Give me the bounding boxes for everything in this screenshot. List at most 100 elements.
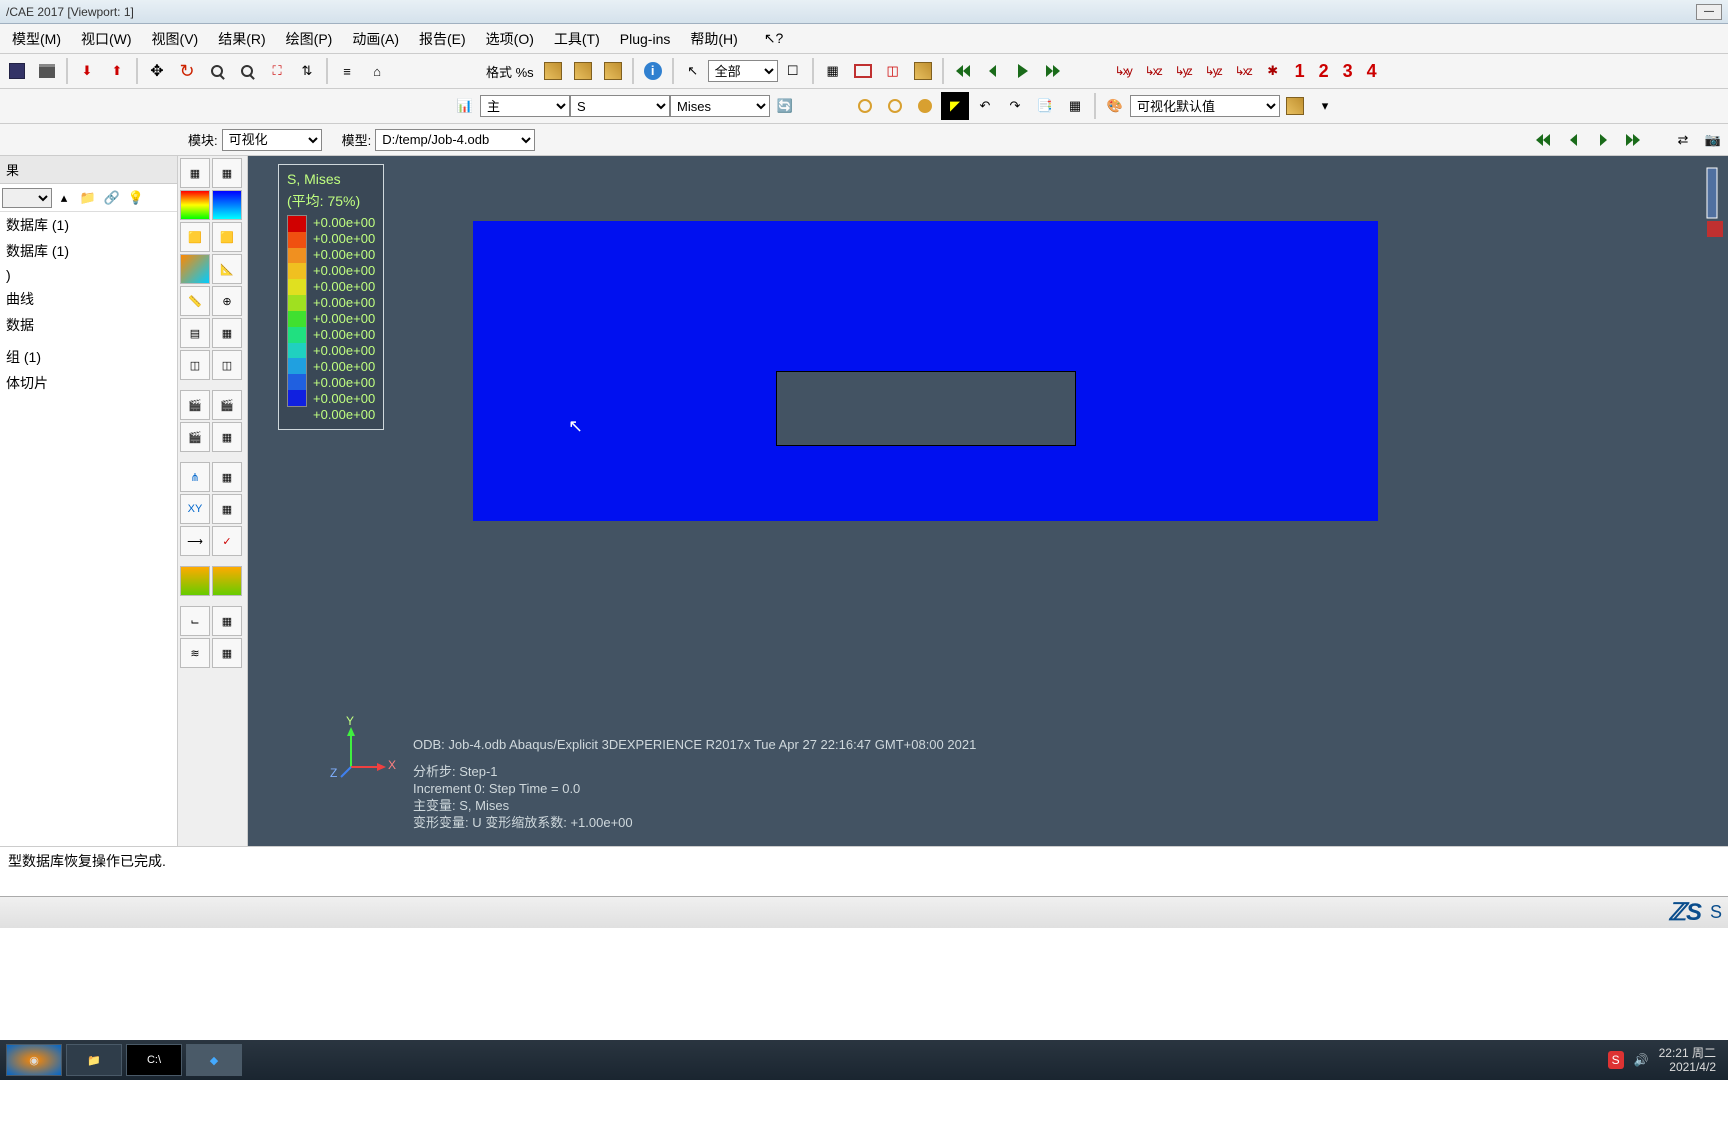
frame-prev-icon[interactable] (1559, 126, 1587, 154)
tool-superimpose-icon[interactable]: ◫ (212, 350, 242, 380)
csys-3-icon[interactable]: ↳yz (1169, 57, 1197, 85)
viewport[interactable]: S, Mises (平均: 75%) (248, 156, 1728, 846)
circle-2-icon[interactable] (881, 92, 909, 120)
sel-btn1[interactable]: ☐ (779, 57, 807, 85)
csys-1-icon[interactable]: ↳xy (1109, 57, 1137, 85)
redo-icon[interactable]: ↷ (1001, 92, 1029, 120)
tool-xy-opt-icon[interactable]: ▦ (212, 494, 242, 524)
cube-3-icon[interactable] (599, 57, 627, 85)
export-up-icon[interactable]: ⬆ (103, 57, 131, 85)
sync-icon[interactable]: 🔄 (771, 92, 799, 120)
step-back-icon[interactable] (979, 57, 1007, 85)
menu-plugins[interactable]: Plug-ins (610, 27, 681, 51)
render-style-select[interactable]: 可视化默认值 (1130, 95, 1280, 117)
module-select[interactable]: 可视化 (222, 129, 322, 151)
fit-icon[interactable]: ⛶ (263, 57, 291, 85)
tool-node-icon[interactable]: ⋔ (180, 462, 210, 492)
view-2[interactable]: 2 (1312, 61, 1336, 82)
tool-animate-icon[interactable]: 🎬 (180, 390, 210, 420)
tool-xy-icon[interactable]: XY (180, 494, 210, 524)
menu-report[interactable]: 报告(E) (409, 25, 476, 53)
tool-cut-icon[interactable]: 📐 (212, 254, 242, 284)
parallel-icon[interactable]: ⌂ (363, 57, 391, 85)
view-1[interactable]: 1 (1288, 61, 1312, 82)
menu-options[interactable]: 选项(O) (476, 25, 544, 53)
play-icon[interactable] (1009, 57, 1037, 85)
menu-result[interactable]: 结果(R) (208, 25, 275, 53)
tool-undeformed-icon[interactable]: ▦ (180, 158, 210, 188)
tree-folder-icon[interactable]: 📁 (77, 187, 99, 209)
tool-ply-icon[interactable]: 🟨 (212, 222, 242, 252)
frame-last-icon[interactable] (1619, 126, 1647, 154)
tool-path-icon[interactable]: 📏 (180, 286, 210, 316)
arrow-select-icon[interactable]: ↖ (679, 57, 707, 85)
tree-up-icon[interactable]: ▴ (53, 187, 75, 209)
skip-last-icon[interactable] (1039, 57, 1067, 85)
tree-item[interactable]: ) (0, 264, 177, 286)
tool-anim3-icon[interactable]: ▦ (212, 422, 242, 452)
perspective-icon[interactable]: ≡ (333, 57, 361, 85)
tree-item[interactable]: 数据库 (1) (0, 212, 177, 238)
cmd-task[interactable]: C:\ (126, 1044, 182, 1076)
csys-5-icon[interactable]: ↳xz (1229, 57, 1257, 85)
explorer-task[interactable]: 📁 (66, 1044, 122, 1076)
tree-item[interactable]: 数据库 (1) (0, 238, 177, 264)
compass-triad[interactable] (1705, 166, 1725, 246)
model-select[interactable]: D:/temp/Job-4.odb (375, 129, 535, 151)
mask-icon[interactable]: ◤ (941, 92, 969, 120)
bbox-icon[interactable] (849, 57, 877, 85)
tool-stream-opt-icon[interactable]: ▦ (212, 638, 242, 668)
circle-1-icon[interactable] (851, 92, 879, 120)
tool-anim-opt-icon[interactable]: 🎬 (212, 390, 242, 420)
tool-plot-icon[interactable]: ⟶ (180, 526, 210, 556)
tool-stream-icon[interactable]: ≋ (180, 638, 210, 668)
tray-ime-icon[interactable]: S (1608, 1051, 1624, 1069)
sel-btn2[interactable]: ▦ (819, 57, 847, 85)
csys-4-icon[interactable]: ↳yz (1199, 57, 1227, 85)
camera-icon[interactable]: 📷 (1699, 126, 1727, 154)
pan-icon[interactable]: ✥ (143, 57, 171, 85)
view-3[interactable]: 3 (1336, 61, 1360, 82)
primary-select[interactable]: 主 (480, 95, 570, 117)
cube-opt-icon[interactable] (1281, 92, 1309, 120)
tool-csys-opt-icon[interactable]: ▦ (212, 606, 242, 636)
csys-2-icon[interactable]: ↳xz (1139, 57, 1167, 85)
save-icon[interactable] (3, 57, 31, 85)
circle-3-icon[interactable] (911, 92, 939, 120)
view-4[interactable]: 4 (1360, 61, 1384, 82)
tool-contour-icon[interactable] (180, 190, 210, 220)
tool-options-icon[interactable]: ▦ (212, 318, 242, 348)
rotate-icon[interactable]: ↻ (173, 57, 201, 85)
skip-first-icon[interactable] (949, 57, 977, 85)
bbox2-icon[interactable]: ◫ (879, 57, 907, 85)
layers-icon[interactable]: 📑 (1031, 92, 1059, 120)
context-help-icon[interactable]: ↖? (754, 26, 794, 51)
tool-anim2-icon[interactable]: 🎬 (180, 422, 210, 452)
tree-bulb-icon[interactable]: 💡 (125, 187, 147, 209)
menu-tools[interactable]: 工具(T) (544, 25, 610, 53)
menu-viewport[interactable]: 视口(W) (71, 25, 142, 53)
tree-item[interactable]: 数据 (0, 312, 177, 338)
invariant-select[interactable]: Mises (670, 95, 770, 117)
field-output-icon[interactable]: 📊 (451, 92, 479, 120)
undo-icon[interactable]: ↶ (971, 92, 999, 120)
zoom-icon[interactable] (203, 57, 231, 85)
import-down-icon[interactable]: ⬇ (73, 57, 101, 85)
cycle-icon[interactable]: ⇅ (293, 57, 321, 85)
menu-plot[interactable]: 绘图(P) (276, 25, 343, 53)
tool-node-opt-icon[interactable]: ▦ (212, 462, 242, 492)
abaqus-task[interactable]: ◆ (186, 1044, 242, 1076)
tree-filter-select[interactable] (2, 188, 52, 208)
tool-common-icon[interactable]: ◫ (180, 350, 210, 380)
table-icon[interactable]: ▦ (1061, 92, 1089, 120)
selection-filter-select[interactable]: 全部 (708, 60, 778, 82)
cube-1-icon[interactable] (539, 57, 567, 85)
tree-item[interactable]: 组 (1) (0, 344, 177, 370)
cube-fill-icon[interactable] (909, 57, 937, 85)
tool-material-icon[interactable]: 🟨 (180, 222, 210, 252)
tool-overlay-icon[interactable] (180, 254, 210, 284)
menu-view[interactable]: 视图(V) (142, 25, 209, 53)
menu-help[interactable]: 帮助(H) (680, 25, 747, 53)
frame-next-icon[interactable] (1589, 126, 1617, 154)
tray-net-icon[interactable]: 🔊 (1634, 1053, 1649, 1067)
